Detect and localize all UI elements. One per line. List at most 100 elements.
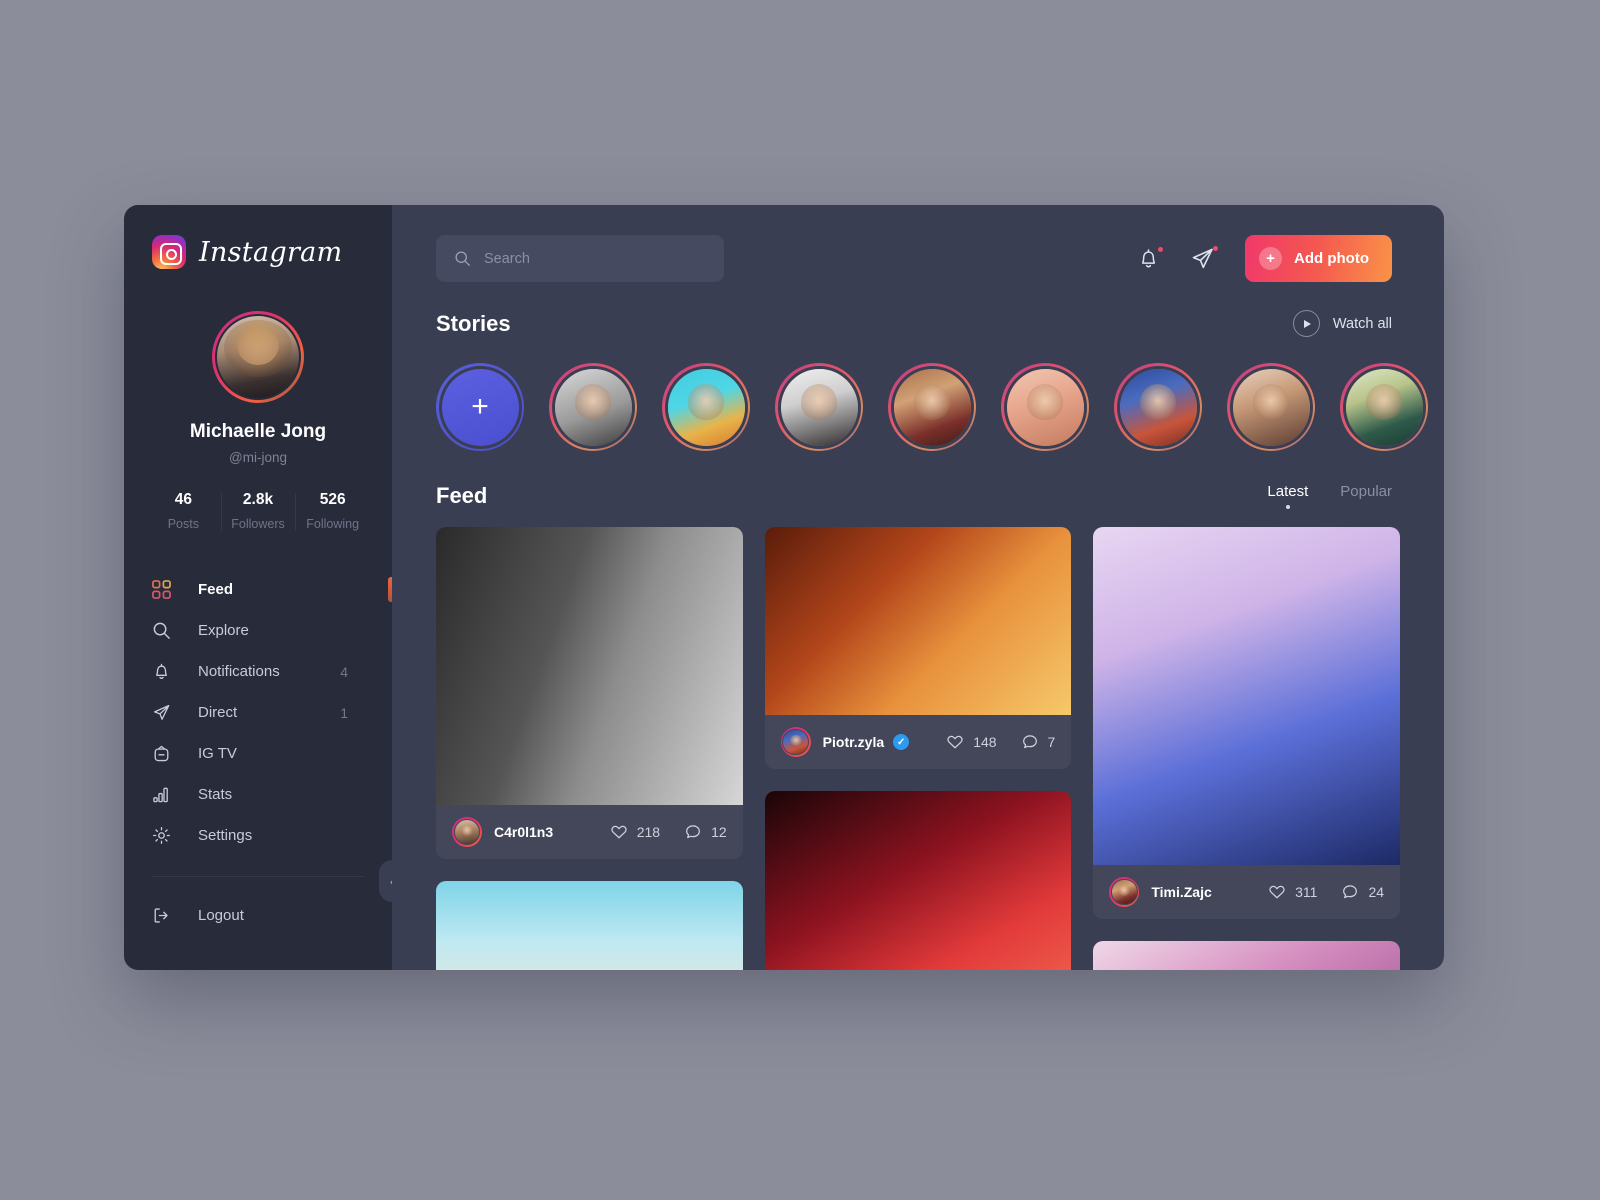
- comment-icon: [1021, 733, 1039, 751]
- tab-popular[interactable]: Popular: [1340, 483, 1392, 509]
- messages-button[interactable]: [1190, 246, 1219, 271]
- story-avatar: [1119, 368, 1197, 446]
- search-icon: [152, 621, 178, 640]
- sidebar-nav: Feed Explore Notifications 4 Direct 1 IG…: [124, 569, 392, 936]
- story-item[interactable]: [1227, 363, 1315, 451]
- bell-icon: [152, 662, 178, 681]
- sidebar-item-stats[interactable]: Stats: [124, 774, 392, 815]
- stat-value: 2.8k: [242, 491, 274, 508]
- add-photo-label: Add photo: [1294, 250, 1369, 267]
- post-image: [1093, 941, 1401, 970]
- story-avatar: +: [438, 365, 522, 449]
- post-image: [436, 527, 743, 805]
- sidebar-item-badge: 4: [340, 663, 348, 680]
- post-username[interactable]: Piotr.zyla: [823, 734, 884, 750]
- stories-title: Stories: [436, 310, 511, 336]
- like-stat[interactable]: 311: [1268, 883, 1317, 901]
- notifications-button[interactable]: [1137, 247, 1164, 270]
- story-avatar: [780, 368, 858, 446]
- topbar-actions: + Add photo: [1137, 235, 1392, 282]
- avatar[interactable]: [212, 311, 304, 403]
- sidebar: Instagram Michaelle Jong @mi-jong 46 Pos…: [124, 205, 405, 970]
- like-stat[interactable]: 218: [610, 823, 660, 841]
- story-item[interactable]: [1114, 363, 1202, 451]
- post-image: [436, 881, 743, 970]
- feed-grid: C4r0l1n3 218 12 Piotr.zyla ✓ 148 7 Timi.…: [436, 527, 1444, 970]
- post-card[interactable]: Timi.Zajc 311 24: [1093, 527, 1401, 919]
- feed-header: Feed Latest Popular: [436, 483, 1444, 509]
- plus-icon: +: [1259, 247, 1283, 270]
- sidebar-item-explore[interactable]: Explore: [124, 610, 392, 651]
- like-count: 218: [636, 824, 661, 840]
- sidebar-divider: [152, 876, 364, 877]
- post-image: [1093, 527, 1401, 865]
- topbar: + Add photo: [436, 235, 1444, 282]
- watch-all-button[interactable]: Watch all: [1292, 310, 1392, 337]
- sidebar-item-label: Stats: [198, 786, 233, 803]
- comment-count: 24: [1368, 884, 1385, 900]
- post-image: [764, 527, 1072, 715]
- post-stats: 148 7: [946, 733, 1055, 751]
- like-count: 148: [973, 734, 997, 750]
- story-item[interactable]: [775, 363, 863, 451]
- stat-label: Following: [306, 517, 360, 531]
- sidebar-item-label: IG TV: [198, 745, 237, 762]
- brand-name: Instagram: [199, 236, 343, 268]
- profile-stats: 46 Posts 2.8k Followers 526 Following: [146, 491, 370, 531]
- profile-handle: @mi-jong: [229, 450, 287, 465]
- add-story-button[interactable]: +: [436, 363, 524, 451]
- stat-value: 46: [174, 491, 192, 508]
- search-icon: [454, 250, 471, 267]
- story-item[interactable]: [1340, 363, 1428, 451]
- sidebar-item-settings[interactable]: Settings: [124, 815, 392, 856]
- post-stats: 311 24: [1268, 883, 1384, 901]
- sidebar-item-direct[interactable]: Direct 1: [124, 692, 392, 733]
- story-item[interactable]: [888, 363, 976, 451]
- like-count: 311: [1295, 884, 1318, 900]
- post-avatar[interactable]: [780, 727, 811, 757]
- sidebar-item-badge: 1: [340, 704, 348, 721]
- like-stat[interactable]: 148: [946, 733, 997, 751]
- sidebar-item-feed[interactable]: Feed: [124, 569, 392, 610]
- heart-icon: [946, 733, 964, 751]
- post-avatar[interactable]: [1109, 877, 1140, 907]
- sidebar-item-logout[interactable]: Logout: [124, 895, 392, 936]
- story-item[interactable]: [549, 363, 637, 451]
- story-item[interactable]: [662, 363, 750, 451]
- post-stats: 218 12: [610, 823, 727, 841]
- stories-row: +: [436, 363, 1444, 451]
- post-card[interactable]: [436, 881, 743, 970]
- bar-chart-icon: [152, 785, 178, 804]
- comment-stat[interactable]: 7: [1021, 733, 1055, 751]
- sidebar-item-notifications[interactable]: Notifications 4: [124, 651, 392, 692]
- post-card[interactable]: [1093, 941, 1401, 970]
- post-card[interactable]: Piotr.zyla ✓ 148 7: [764, 527, 1072, 769]
- stat-following: 526 Following: [295, 491, 370, 531]
- stat-posts: 46 Posts: [146, 491, 221, 531]
- post-avatar[interactable]: [452, 817, 482, 847]
- sidebar-item-ig-tv[interactable]: IG TV: [124, 733, 392, 774]
- brand: Instagram: [124, 235, 392, 269]
- comment-stat[interactable]: 12: [684, 823, 727, 841]
- search-input[interactable]: [484, 250, 706, 267]
- heart-icon: [610, 823, 628, 841]
- post-username[interactable]: Timi.Zajc: [1151, 884, 1211, 900]
- post-username[interactable]: C4r0l1n3: [494, 824, 553, 840]
- tab-latest[interactable]: Latest: [1267, 483, 1308, 509]
- story-ring: +: [436, 363, 524, 451]
- story-item[interactable]: [1001, 363, 1089, 451]
- stories-header: Stories Watch all: [436, 310, 1444, 337]
- sidebar-item-label: Settings: [198, 827, 253, 844]
- story-avatar: [1006, 368, 1084, 446]
- grid-icon: [152, 580, 178, 599]
- feed-tabs: Latest Popular: [1267, 483, 1392, 509]
- search-box[interactable]: [436, 235, 724, 282]
- add-photo-button[interactable]: + Add photo: [1245, 235, 1392, 282]
- comment-stat[interactable]: 24: [1341, 883, 1384, 901]
- post-card[interactable]: C4r0l1n3 218 12: [436, 527, 743, 859]
- watch-all-label: Watch all: [1332, 315, 1392, 332]
- post-image: [764, 791, 1072, 970]
- play-icon: [1292, 310, 1320, 337]
- gear-icon: [152, 826, 178, 845]
- post-card[interactable]: [764, 791, 1072, 970]
